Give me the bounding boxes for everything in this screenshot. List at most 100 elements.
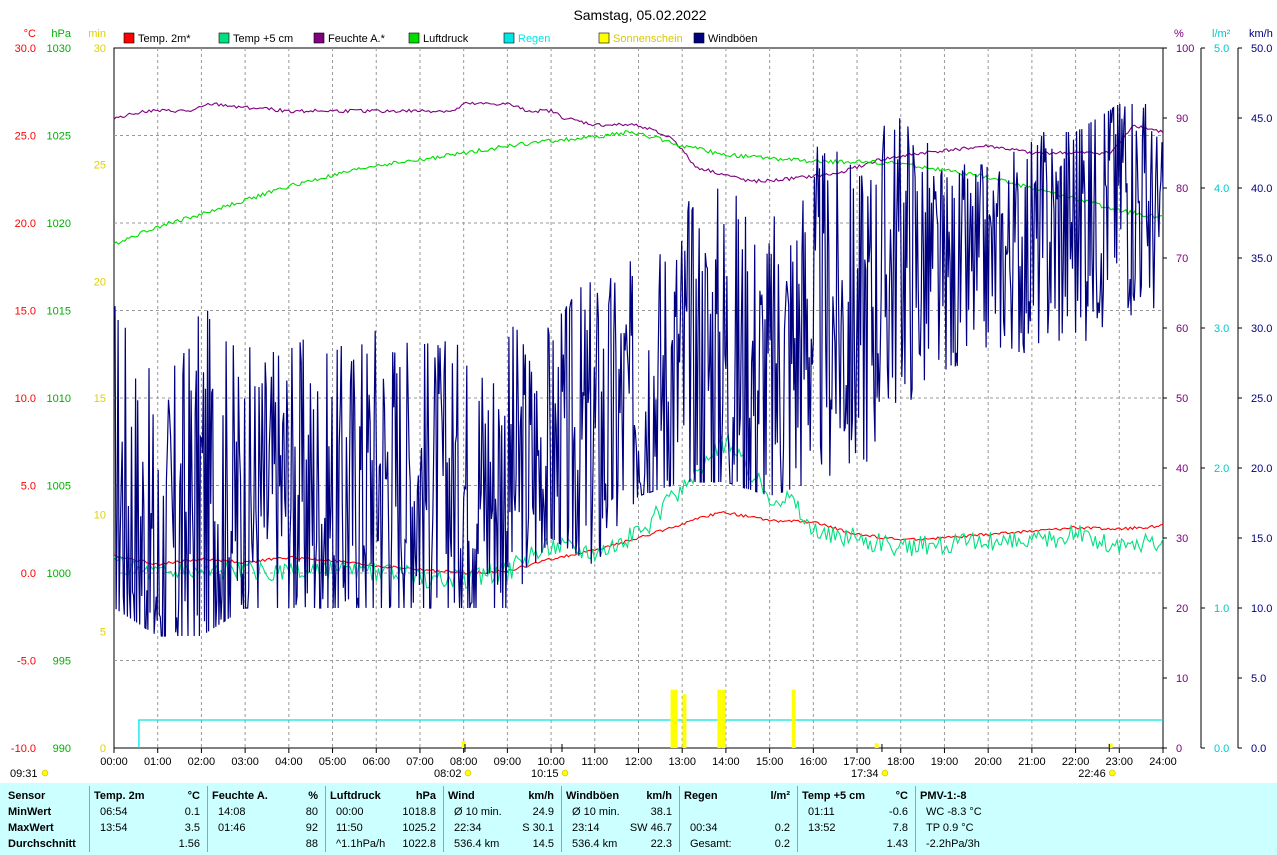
time-marker-label: 08:02 [434,768,462,780]
y-tick-label-humidity_pct: 20 [1176,603,1188,615]
x-tick-label: 11:00 [581,756,608,768]
y-tick-label-humidity_pct: 30 [1176,533,1188,545]
stat-value: 24.9 [532,806,554,818]
legend-label: Temp +5 cm [233,33,293,45]
column-divider [679,786,680,852]
stat-value: 38.1 [650,806,672,818]
legend-label: Temp. 2m* [138,33,191,45]
x-tick-label: 14:00 [712,756,740,768]
column-divider [443,786,444,852]
y-tick-label-rain_lm2: 2.0 [1214,463,1229,475]
stat-value: SW 46.7 [629,822,672,834]
y-tick-label-wind_kmh: 15.0 [1251,533,1272,545]
sunshine-bar [721,689,726,748]
x-tick-label: 16:00 [800,756,828,768]
x-tick-label: 15:00 [756,756,784,768]
y-tick-label-wind_kmh: 25.0 [1251,393,1272,405]
y-tick-label-temp_c: 20.0 [15,218,36,230]
stat-value: 92 [305,822,318,834]
y-tick-label-pressure_hpa: 1030 [47,43,71,55]
legend-label: Sonnenschein [613,33,683,45]
stat-value: 1018.8 [402,806,436,818]
column-unit: °C [895,790,908,802]
stat-value: 1.56 [178,838,200,850]
y-tick-label-pressure_hpa: 1020 [47,218,71,230]
x-tick-label: 04:00 [275,756,303,768]
column-divider [207,786,208,852]
legend-swatch [123,32,135,44]
sun-icon [464,769,472,777]
y-tick-label-sun_min: 30 [94,43,106,55]
column-header: PMV-1:-8 [920,790,967,802]
y-tick-label-wind_kmh: 10.0 [1251,603,1272,615]
y-tick-label-sun_min: 10 [94,510,106,522]
x-tick-label: 17:00 [843,756,871,768]
y-tick-label-pressure_hpa: 1025 [47,131,71,143]
sun-icon [881,769,889,777]
y-tick-label-rain_lm2: 4.0 [1214,183,1229,195]
y-tick-label-sun_min: 25 [94,160,106,172]
sunshine-bar [673,689,678,748]
stat-value: 0.1 [184,806,200,818]
x-tick-label: 23:00 [1106,756,1134,768]
x-tick-label: 00:00 [100,756,128,768]
chart-legend: Temp. 2m* Temp +5 cm Feuchte A.* Luftdruck R… [123,32,758,45]
x-tick-label: 06:00 [362,756,390,768]
axis-unit-temp_c: °C [24,28,36,40]
y-tick-label-temp_c: 5.0 [21,481,36,493]
y-tick-label-humidity_pct: 50 [1176,393,1188,405]
column-unit: °C [187,790,200,802]
x-tick-label: 22:00 [1062,756,1090,768]
stat-time: -2.2hPa/3h [926,838,980,850]
stat-time: TP 0.9 °C [926,822,974,834]
x-tick-label: 21:00 [1018,756,1046,768]
stat-value: S 30.1 [522,822,554,834]
y-tick-label-pressure_hpa: 995 [53,656,71,668]
x-tick-label: 13:00 [668,756,696,768]
y-tick-label-humidity_pct: 70 [1176,253,1188,265]
y-tick-label-temp_c: 25.0 [15,131,36,143]
stat-value: 7.8 [892,822,908,834]
y-tick-label-rain_lm2: 0.0 [1214,743,1229,755]
sunshine-bar [682,694,687,748]
sun-icon [41,769,49,777]
x-tick-label: 18:00 [887,756,915,768]
y-tick-label-wind_kmh: 20.0 [1251,463,1272,475]
stat-value: 88 [305,838,318,850]
y-tick-label-rain_lm2: 3.0 [1214,323,1229,335]
time-marker-label: 22:46 [1078,768,1106,780]
stat-value: 0.2 [774,838,790,850]
y-tick-label-humidity_pct: 40 [1176,463,1188,475]
y-tick-label-pressure_hpa: 1000 [47,568,71,580]
y-tick-label-humidity_pct: 90 [1176,113,1188,125]
y-tick-label-pressure_hpa: 1010 [47,393,71,405]
column-divider [797,786,798,852]
time-marker-label: 10:15 [531,768,559,780]
y-tick-label-wind_kmh: 30.0 [1251,323,1272,335]
weather-chart: Samstag, 05.02.2022 00:00 01:00 02:00 03:00… [0,0,1277,783]
y-tick-label-rain_lm2: 5.0 [1214,43,1229,55]
x-tick-label: 02:00 [188,756,216,768]
y-tick-label-wind_kmh: 0.0 [1251,743,1266,755]
y-tick-label-temp_c: 30.0 [15,43,36,55]
y-tick-label-wind_kmh: 40.0 [1251,183,1272,195]
axis-unit-rain_lm2: l/m² [1212,28,1231,40]
column-divider [89,786,90,852]
column-divider [915,786,916,852]
y-tick-label-humidity_pct: 10 [1176,673,1188,685]
y-tick-label-wind_kmh: 50.0 [1251,43,1272,55]
stat-value: 0.2 [774,822,790,834]
column-unit: km/h [646,790,672,802]
x-tick-label: 20:00 [974,756,1002,768]
y-tick-label-wind_kmh: 5.0 [1251,673,1266,685]
y-tick-label-pressure_hpa: 1005 [47,481,71,493]
sunshine-bar [791,689,796,748]
y-tick-label-temp_c: -5.0 [17,656,36,668]
x-tick-label: 07:00 [406,756,434,768]
y-tick-label-humidity_pct: 0 [1176,743,1182,755]
column-header: Sensor [8,790,46,802]
column-unit: hPa [415,790,436,802]
axis-unit-pressure_hpa: hPa [51,28,71,40]
axis-unit-sun_min: min [88,28,106,40]
y-tick-label-pressure_hpa: 990 [53,743,71,755]
